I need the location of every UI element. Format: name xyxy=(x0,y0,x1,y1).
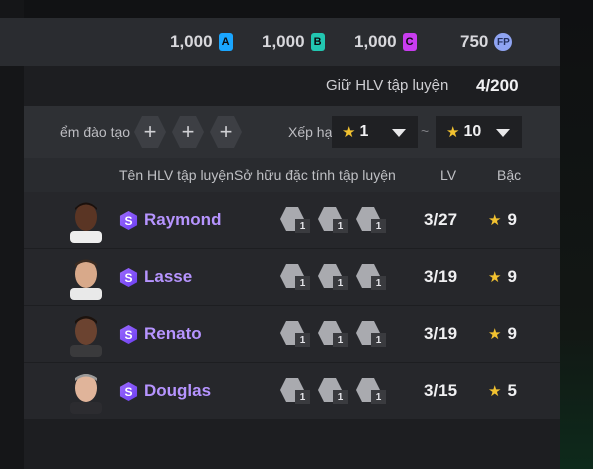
range-separator: ~ xyxy=(421,123,430,139)
trait-icon: 1 xyxy=(280,264,310,290)
coach-row[interactable]: S Raymond 1 1 1 3/27 ★ 9 xyxy=(24,192,560,248)
currency-c-icon: C xyxy=(402,33,417,51)
trait-icon: 1 xyxy=(318,264,348,290)
trait-level: 1 xyxy=(295,276,310,290)
star-icon: ★ xyxy=(488,326,502,343)
currency-fp: 750 FP xyxy=(460,30,513,54)
add-slot-button-2[interactable]: + xyxy=(172,116,204,148)
chevron-down-icon xyxy=(496,129,510,137)
currency-bar: 1,000 A 1,000 B 1,000 C 750 FP xyxy=(0,18,560,66)
rarity-badge: S xyxy=(119,325,138,344)
coach-grade-value: 5 xyxy=(507,381,517,400)
coach-level: 3/19 xyxy=(424,267,458,286)
coach-grade: ★ 9 xyxy=(488,324,517,344)
grade-min-value: 1 xyxy=(359,123,369,140)
coach-grade: ★ 5 xyxy=(488,381,517,401)
currency-c-amount: 1,000 xyxy=(354,32,397,51)
background-left xyxy=(0,0,24,469)
rarity-badge: S xyxy=(119,211,138,230)
coach-name: Renato xyxy=(144,324,202,343)
coach-grade: ★ 9 xyxy=(488,210,517,230)
sort-label: Xếp hạ xyxy=(288,124,333,140)
coach-level: 3/15 xyxy=(424,381,458,400)
add-slot-button-3[interactable]: + xyxy=(210,116,242,148)
grade-max-value: 10 xyxy=(463,123,482,140)
trait-icon: 1 xyxy=(356,378,386,404)
training-slots-label: ểm đào tạo xyxy=(60,124,131,140)
star-icon: ★ xyxy=(342,124,356,141)
rarity-badge: S xyxy=(119,268,138,287)
trait-level: 1 xyxy=(333,219,348,233)
trait-level: 1 xyxy=(333,333,348,347)
coach-row[interactable]: S Lasse 1 1 1 3/19 ★ 9 xyxy=(24,249,560,305)
trait-icon: 1 xyxy=(318,378,348,404)
star-icon: ★ xyxy=(446,124,460,141)
add-slot-button-1[interactable]: + xyxy=(134,116,166,148)
hold-label: Giữ HLV tập luyện xyxy=(326,77,449,94)
player-face-icon xyxy=(70,259,102,300)
hold-count: 4/200 xyxy=(476,76,519,95)
currency-b-icon: B xyxy=(310,33,325,51)
trait-icon: 1 xyxy=(318,321,348,347)
header-grade: Bậc xyxy=(497,167,522,183)
header-lv: LV xyxy=(440,167,457,183)
star-icon: ★ xyxy=(488,383,502,400)
currency-a-amount: 1,000 xyxy=(170,32,213,51)
grade-min-dropdown[interactable]: ★ 1 xyxy=(332,116,418,148)
coach-name: Lasse xyxy=(144,267,193,286)
trait-icon: 1 xyxy=(280,378,310,404)
coach-grade-value: 9 xyxy=(507,267,517,286)
coach-row[interactable]: S Douglas 1 1 1 3/15 ★ 5 xyxy=(24,363,560,419)
trait-level: 1 xyxy=(333,276,348,290)
coach-panel: Giữ HLV tập luyện 4/200 ểm đào tạo + + +… xyxy=(24,66,560,469)
header-traits: Sở hữu đặc tính tập luyện xyxy=(234,167,396,183)
coach-name: Douglas xyxy=(144,381,212,400)
filter-bar: ểm đào tạo + + + Xếp hạ ★ 1 ~ ★ 10 xyxy=(24,106,560,158)
rarity-badge: S xyxy=(119,382,138,401)
coach-name: Raymond xyxy=(144,210,222,229)
trait-level: 1 xyxy=(371,219,386,233)
trait-level: 1 xyxy=(295,219,310,233)
background-right xyxy=(560,0,593,469)
player-face-icon xyxy=(70,202,102,243)
coach-level: 3/19 xyxy=(424,324,458,343)
trait-icon: 1 xyxy=(356,264,386,290)
coach-grade-value: 9 xyxy=(507,210,517,229)
trait-level: 1 xyxy=(371,276,386,290)
trait-icon: 1 xyxy=(356,207,386,233)
trait-level: 1 xyxy=(295,333,310,347)
coach-grade: ★ 9 xyxy=(488,267,517,287)
star-icon: ★ xyxy=(488,212,502,229)
hold-coaches-row: Giữ HLV tập luyện 4/200 xyxy=(24,66,560,106)
coach-level: 3/27 xyxy=(424,210,458,229)
currency-b: 1,000 B xyxy=(262,30,325,54)
currency-a: 1,000 A xyxy=(170,30,233,54)
currency-a-icon: A xyxy=(218,33,233,51)
trait-level: 1 xyxy=(371,333,386,347)
player-face-icon xyxy=(70,374,102,414)
grade-max-dropdown[interactable]: ★ 10 xyxy=(436,116,522,148)
chevron-down-icon xyxy=(392,129,406,137)
trait-level: 1 xyxy=(333,390,348,404)
table-header: Tên HLV tập luyện Sở hữu đặc tính tập lu… xyxy=(24,158,560,192)
currency-c: 1,000 C xyxy=(354,30,417,54)
trait-icon: 1 xyxy=(280,321,310,347)
trait-level: 1 xyxy=(371,390,386,404)
trait-icon: 1 xyxy=(280,207,310,233)
currency-fp-amount: 750 xyxy=(460,32,489,51)
coach-grade-value: 9 xyxy=(507,324,517,343)
currency-b-amount: 1,000 xyxy=(262,32,305,51)
trait-icon: 1 xyxy=(356,321,386,347)
star-icon: ★ xyxy=(488,269,502,286)
trait-icon: 1 xyxy=(318,207,348,233)
coach-row[interactable]: S Renato 1 1 1 3/19 ★ 9 xyxy=(24,306,560,362)
fp-coin-icon: FP xyxy=(494,33,513,51)
header-name: Tên HLV tập luyện xyxy=(119,167,234,183)
player-face-icon xyxy=(70,316,102,357)
trait-level: 1 xyxy=(295,390,310,404)
